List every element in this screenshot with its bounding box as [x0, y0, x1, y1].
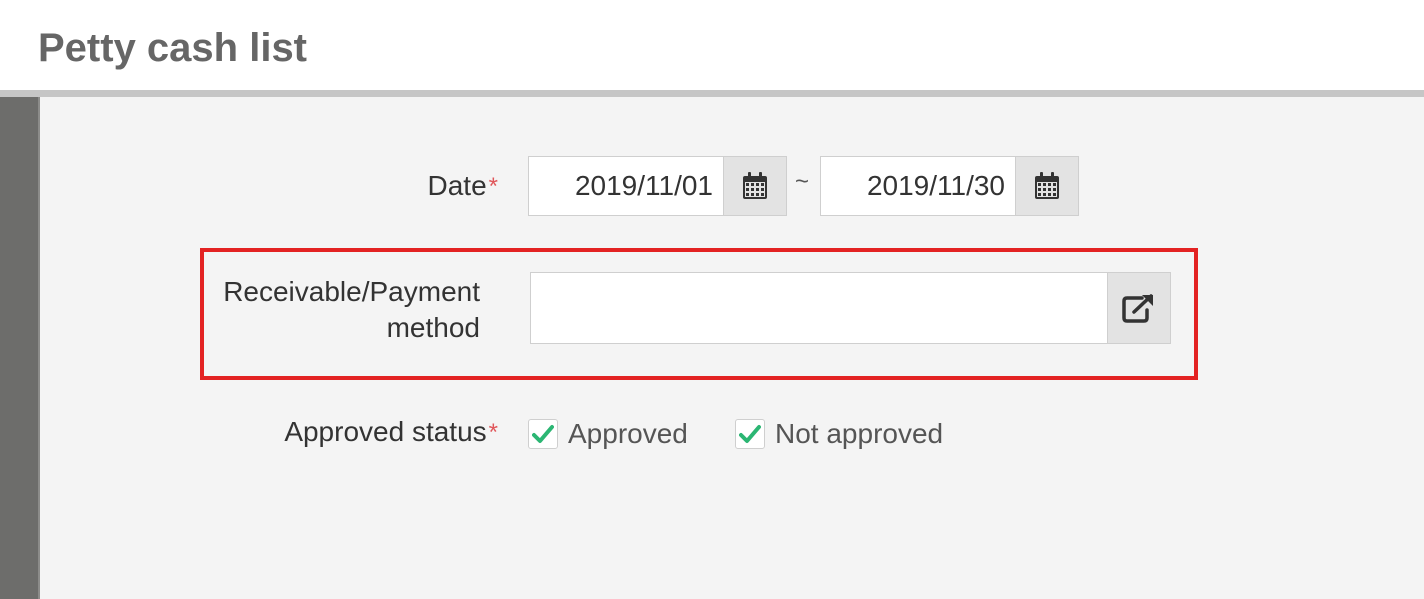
approved-status-label-text: Approved status	[284, 416, 487, 447]
page-title: Petty cash list	[38, 26, 308, 70]
method-label: Receivable/Payment method	[200, 274, 480, 346]
date-label-text: Date	[427, 170, 487, 201]
method-select-button[interactable]	[1107, 272, 1171, 344]
not-approved-option[interactable]: Not approved	[735, 414, 943, 454]
date-to-group: 2019/11/30	[820, 156, 1079, 216]
required-mark: *	[488, 173, 498, 200]
date-from-group: 2019/11/01	[528, 156, 787, 216]
date-to-calendar-button[interactable]	[1015, 156, 1079, 216]
calendar-icon	[1035, 172, 1059, 199]
method-field-group	[530, 272, 1171, 344]
method-label-line2: method	[386, 312, 480, 343]
approved-option-label: Approved	[568, 418, 688, 449]
left-sidebar-rail	[0, 97, 38, 599]
not-approved-option-label: Not approved	[775, 418, 944, 449]
checkmark-icon	[532, 425, 554, 443]
method-label-line1: Receivable/Payment	[223, 276, 480, 307]
date-from-calendar-button[interactable]	[723, 156, 787, 216]
external-link-icon	[1122, 294, 1153, 323]
approved-option[interactable]: Approved	[528, 414, 688, 454]
approved-status-label: Approved status*	[250, 416, 498, 448]
calendar-icon	[743, 172, 767, 199]
page-header: Petty cash list	[0, 0, 1424, 90]
required-mark: *	[488, 419, 498, 446]
date-to-value: 2019/11/30	[866, 170, 1005, 201]
method-input[interactable]	[530, 272, 1107, 344]
not-approved-checkbox[interactable]	[735, 419, 765, 449]
approved-checkbox[interactable]	[528, 419, 558, 449]
date-range-separator: ~	[795, 168, 810, 195]
date-to-input[interactable]: 2019/11/30	[820, 156, 1015, 216]
date-from-input[interactable]: 2019/11/01	[528, 156, 723, 216]
date-label: Date*	[380, 170, 499, 202]
header-divider	[0, 90, 1424, 97]
checkmark-icon	[739, 425, 761, 443]
date-from-value: 2019/11/01	[574, 170, 713, 201]
